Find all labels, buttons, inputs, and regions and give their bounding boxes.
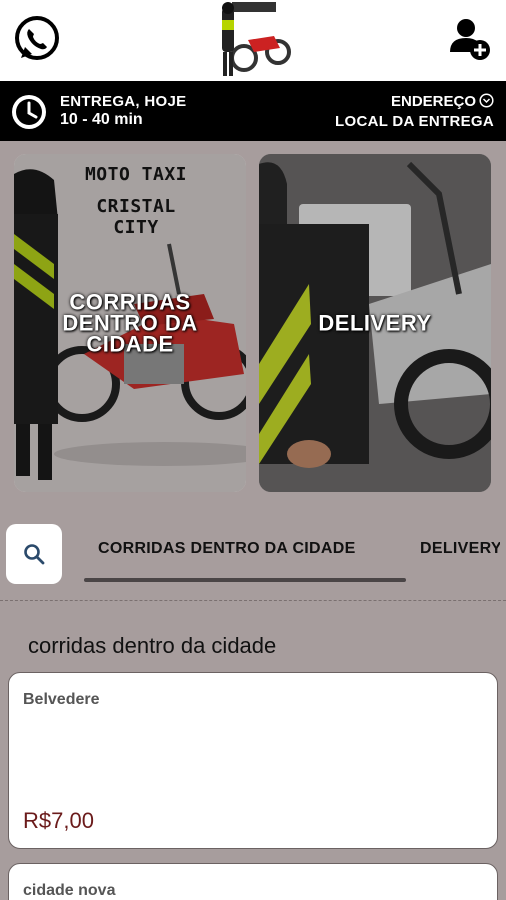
brand-line-1: MOTO TAXI (84, 164, 188, 185)
delivery-time: 10 - 40 min (60, 111, 143, 128)
rides-category-card[interactable]: MOTO TAXI CRISTAL CITY CORRIDAS DENTRO D… (14, 154, 246, 492)
address-value: LOCAL DA ENTREGA (335, 113, 494, 130)
delivery-title: ENTREGA, HOJE (60, 93, 187, 110)
add-user-icon[interactable] (446, 16, 492, 62)
clock-icon (10, 93, 48, 131)
address-selector[interactable]: ENDEREÇO LOCAL DA ENTREGA (335, 93, 494, 130)
product-price: R$7,00 (23, 808, 94, 833)
delivery-info-bar: ENTREGA, HOJE 10 - 40 min ENDEREÇO LOCAL… (0, 81, 506, 141)
delivery-card-label: DELIVERY (318, 310, 432, 336)
search-icon (24, 544, 45, 565)
search-button[interactable] (6, 524, 62, 584)
divider (0, 600, 506, 601)
address-label: ENDEREÇO (390, 93, 476, 110)
tab-delivery[interactable]: DELIVERY (420, 540, 500, 558)
product-card[interactable]: Belvedere R$7,00 (8, 672, 498, 849)
product-name: Belvedere (23, 691, 100, 708)
product-card[interactable]: cidade nova (8, 863, 498, 900)
rides-card-label: CORRIDAS DENTRO DA CIDADE (62, 289, 198, 357)
brand-line-2: CRISTAL CITY (96, 196, 176, 238)
motorcycle-logo (214, 0, 294, 79)
active-tab-indicator (84, 578, 406, 582)
tab-rides[interactable]: CORRIDAS DENTRO DA CIDADE (98, 540, 356, 558)
whatsapp-icon[interactable] (12, 14, 62, 64)
chevron-down-icon (479, 93, 494, 108)
top-bar (0, 0, 506, 81)
delivery-category-card[interactable]: DELIVERY (259, 154, 491, 492)
section-title: corridas dentro da cidade (28, 633, 277, 658)
product-name: cidade nova (23, 882, 116, 899)
